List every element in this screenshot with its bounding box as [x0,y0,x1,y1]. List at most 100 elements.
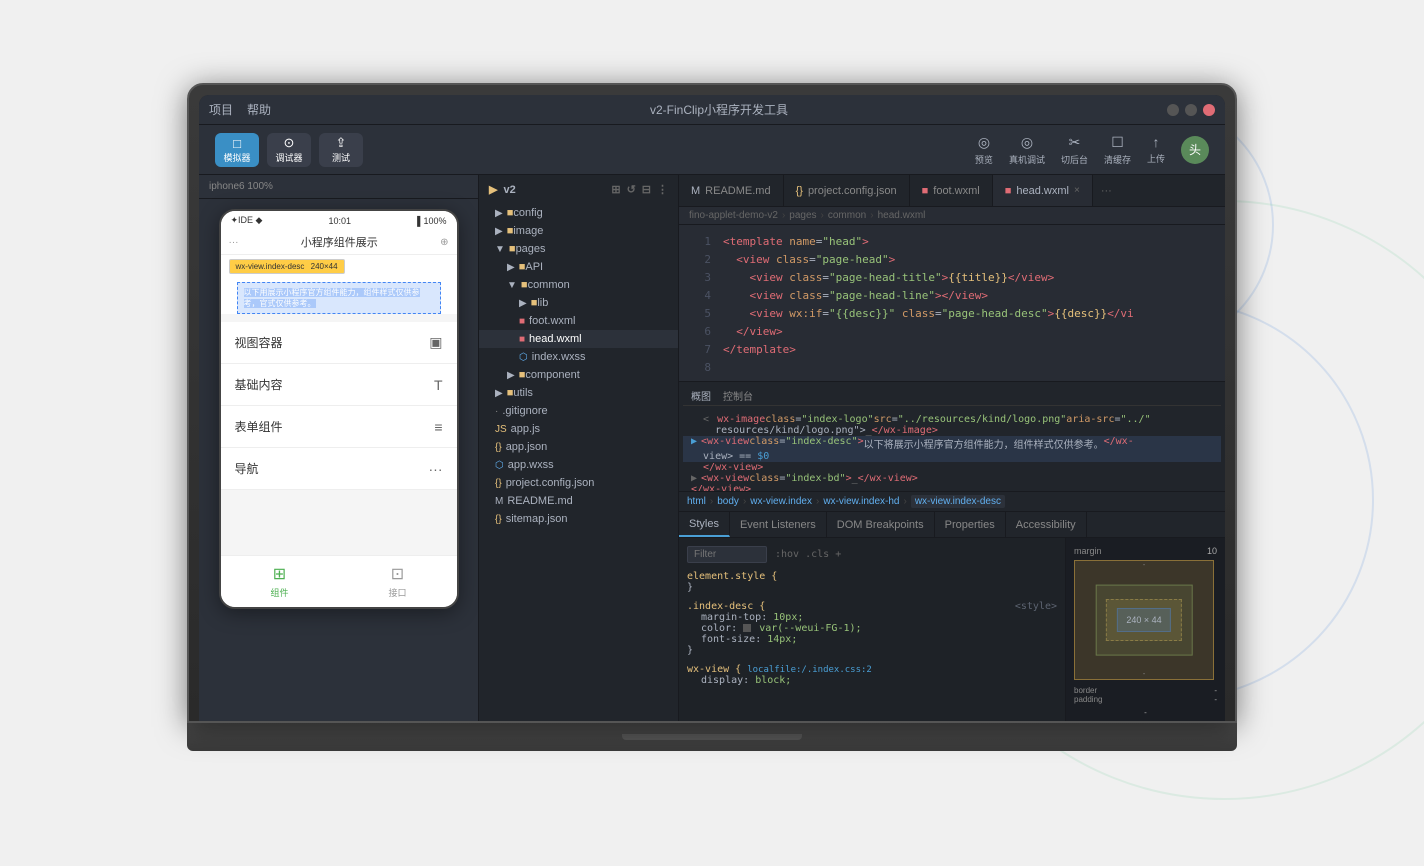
file-icon: {} [495,442,502,453]
tab-properties[interactable]: Properties [935,512,1006,537]
tree-item-utils[interactable]: ▶ ■ utils [479,384,678,402]
arrow-icon: ▶ [507,370,515,381]
upload-action[interactable]: ↑ 上传 [1147,134,1165,165]
tree-item-sitemap[interactable]: {} sitemap.json [479,510,678,528]
avatar[interactable]: 头 [1181,136,1209,164]
close-btn[interactable] [1203,104,1215,116]
line-number: 3 [683,269,711,287]
tree-item-label: app.json [506,441,548,453]
menu-item-icon-0: ▣ [429,334,442,351]
tab-accessibility[interactable]: Accessibility [1006,512,1087,537]
tree-item-image[interactable]: ▶ ■ image [479,222,678,240]
box-bottom-margin: - [1144,708,1147,717]
preview-action[interactable]: ◎ 预览 [975,134,993,166]
nav-item-api[interactable]: ⊡ 接口 [339,556,457,607]
tab-close-btn[interactable]: × [1074,185,1080,196]
tree-item-head-wxml[interactable]: ■ head.wxml [479,330,678,348]
html-line: </wx-view> [691,462,1213,473]
tree-item-api[interactable]: ▶ ■ API [479,258,678,276]
el-tag-wx-view-index[interactable]: wx-view.index [750,496,812,507]
list-item[interactable]: 表单组件 ≡ [221,406,457,448]
tab-dom-breakpoints[interactable]: DOM Breakpoints [827,512,935,537]
menu-item-label-0: 视图容器 [235,334,283,351]
phone-bottom-nav: ⊞ 组件 ⊡ 接口 [221,555,457,607]
tree-action-collapse[interactable]: ⊟ [642,183,651,196]
box-margin-value: 10 [1207,546,1217,556]
tab-icon: ■ [922,185,929,197]
file-icon: M [495,496,503,507]
el-tag-wx-view-index-desc[interactable]: wx-view.index-desc [911,495,1005,508]
tree-item-foot-wxml[interactable]: ■ foot.wxml [479,312,678,330]
tab-event-listeners[interactable]: Event Listeners [730,512,827,537]
menu-item-icon-3: ··· [429,461,443,477]
realtest-action[interactable]: ◎ 真机调试 [1009,134,1045,166]
clear-action[interactable]: ☐ 清缓存 [1104,134,1131,166]
el-tag-html[interactable]: html [687,496,706,507]
tab-project-config[interactable]: {} project.config.json [784,175,910,206]
simulate-button[interactable]: □ 模拟器 [215,133,259,167]
arrow-icon: ▶ [507,262,515,273]
style-block-wx-view: wx-view { localfile:/.index.css:2 displa… [687,664,1057,686]
laptop-lid: 项目 帮助 v2-FinClip小程序开发工具 □ [187,83,1237,723]
list-item[interactable]: 导航 ··· [221,448,457,490]
breadcrumb-item-1[interactable]: pages [789,210,816,221]
tree-item-label: index.wxss [532,351,586,363]
tree-item-project-config[interactable]: {} project.config.json [479,474,678,492]
breadcrumb-item-2[interactable]: common [828,210,866,221]
test-button[interactable]: ⇪ 测试 [319,133,363,167]
tree-item-config[interactable]: ▶ ■ config [479,204,678,222]
tree-item-readme[interactable]: M README.md [479,492,678,510]
toolbar: □ 模拟器 ⊙ 调试器 ⇪ 测试 [199,125,1225,175]
el-tag-body[interactable]: body [717,496,739,507]
menu-help[interactable]: 帮助 [247,101,271,118]
html-line: < wx-image class="index-logo" src="../re… [691,414,1213,425]
tree-item-label: head.wxml [529,333,582,345]
tree-item-app-js[interactable]: JS app.js [479,420,678,438]
tree-action-new[interactable]: ⊞ [611,183,620,196]
preview-tab-elements[interactable]: 概图 [691,388,711,403]
list-item[interactable]: 视图容器 ▣ [221,322,457,364]
debug-button[interactable]: ⊙ 调试器 [267,133,311,167]
tab-readme[interactable]: M README.md [679,175,784,206]
phone-status-time: 10:01 [329,216,352,226]
preview-label: 预览 [975,153,993,166]
styles-left: :hov .cls + element.style { } [679,538,1065,721]
box-padding-value: - [1214,695,1217,704]
breadcrumb-item-0[interactable]: fino-applet-demo-v2 [689,210,778,221]
root-folder-name[interactable]: v2 [503,184,515,196]
maximize-btn[interactable] [1185,104,1197,116]
menu-project[interactable]: 项目 [209,101,233,118]
tree-item-app-json[interactable]: {} app.json [479,438,678,456]
tab-foot-wxml[interactable]: ■ foot.wxml [910,175,993,206]
cut-action[interactable]: ✂ 切后台 [1061,134,1088,166]
tree-item-common[interactable]: ▼ ■ common [479,276,678,294]
minimize-btn[interactable] [1167,104,1179,116]
el-tag-wx-view-index-hd[interactable]: wx-view.index-hd [823,496,899,507]
tree-item-pages[interactable]: ▼ ■ pages [479,240,678,258]
tree-item-index-wxss[interactable]: ⬡ index.wxss [479,348,678,366]
nav-icon-components: ⊞ [273,564,286,584]
tab-head-wxml[interactable]: ■ head.wxml × [993,175,1093,206]
list-item[interactable]: 基础内容 T [221,364,457,406]
tree-action-refresh[interactable]: ↺ [627,183,636,196]
test-icon: ⇪ [336,135,347,151]
nav-item-components[interactable]: ⊞ 组件 [221,556,339,607]
styles-area: :hov .cls + element.style { } [679,538,1225,721]
phone-status-right: ▌100% [417,216,446,226]
tree-item-component[interactable]: ▶ ■ component [479,366,678,384]
tree-item-app-wxss[interactable]: ⬡ app.wxss [479,456,678,474]
code-editor[interactable]: 1 <template name="head"> 2 <view class="… [679,225,1225,381]
breadcrumb-item-3[interactable]: head.wxml [878,210,926,221]
tab-icon: ■ [1005,185,1012,197]
tab-styles[interactable]: Styles [679,512,730,537]
preview-tab-console[interactable]: 控制台 [723,388,753,403]
tree-item-gitignore[interactable]: · .gitignore [479,402,678,420]
tabs-more[interactable]: ··· [1093,185,1120,197]
box-content-size: 240 × 44 [1126,615,1161,625]
tree-action-more[interactable]: ⋮ [657,183,668,196]
filter-input[interactable] [687,546,767,563]
tree-item-lib[interactable]: ▶ ■ lib [479,294,678,312]
line-number: 1 [683,233,711,251]
tab-label: head.wxml [1016,185,1069,197]
nav-icon-api: ⊡ [391,564,404,584]
